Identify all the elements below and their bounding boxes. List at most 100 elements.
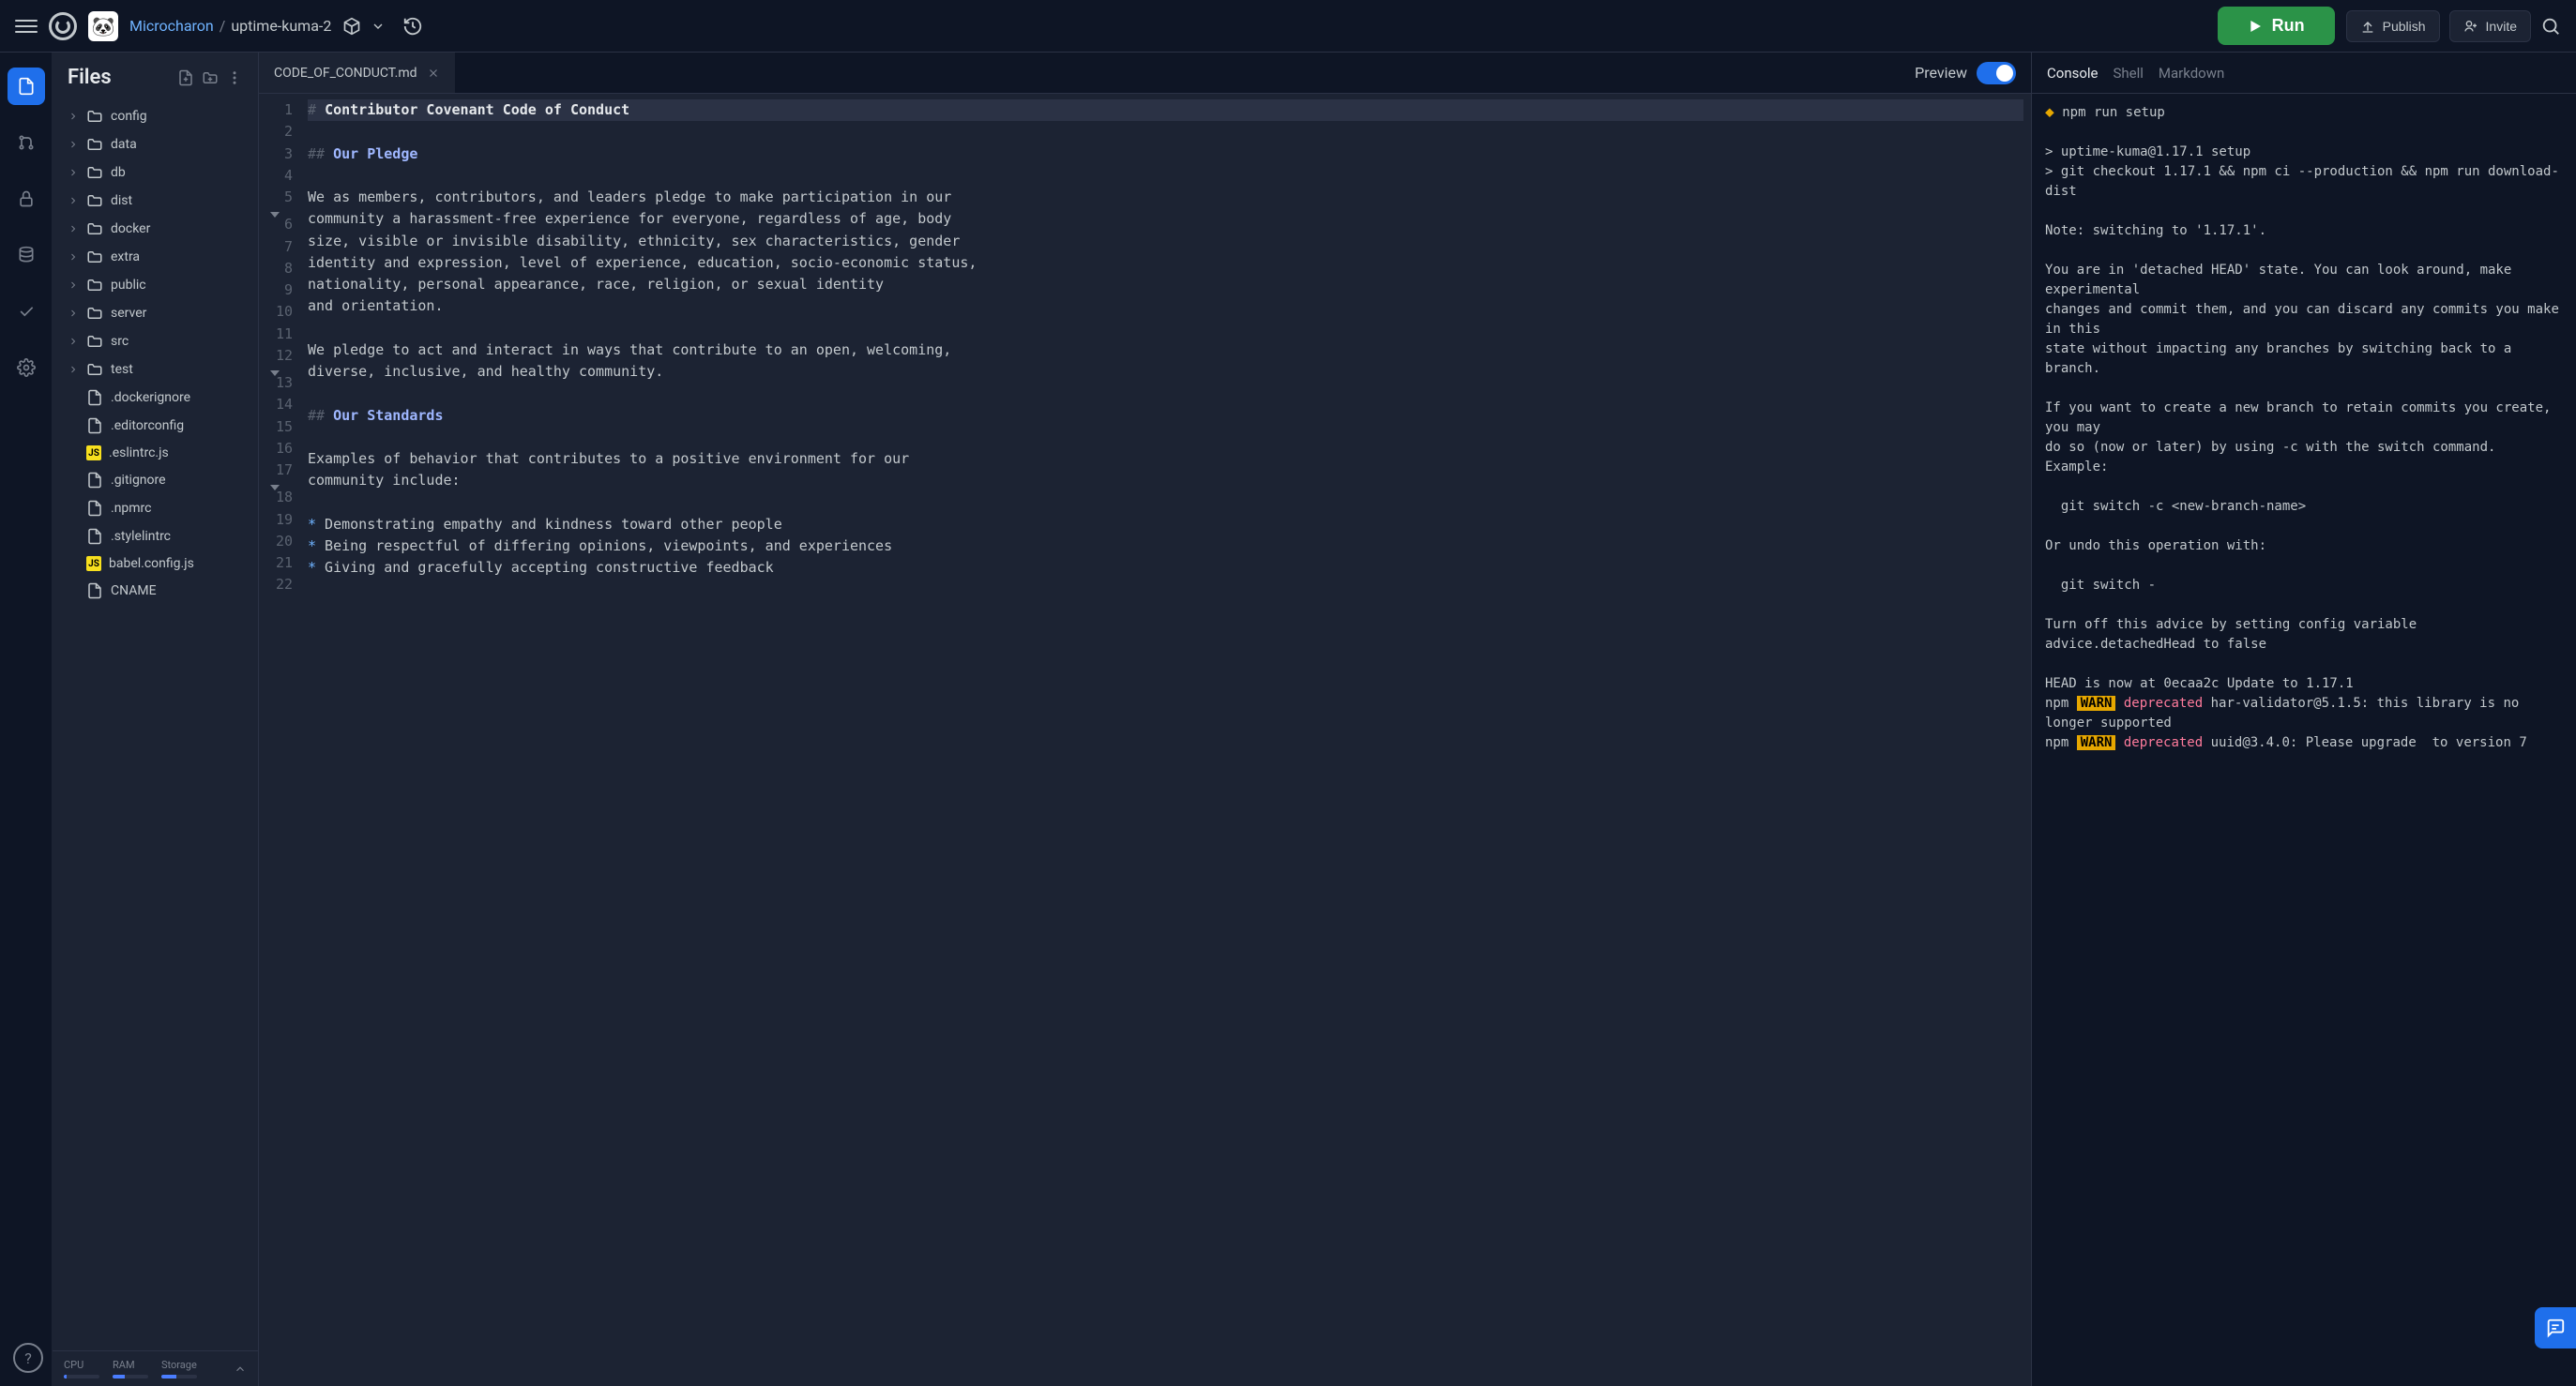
chevron-down-icon[interactable] [371, 19, 386, 34]
tree-item-CNAME[interactable]: CNAME [53, 577, 258, 605]
console-tab-console[interactable]: Console [2047, 65, 2099, 82]
console-tab-shell[interactable]: Shell [2114, 65, 2144, 82]
help-button[interactable]: ? [13, 1343, 43, 1373]
file-panel-title: Files [68, 66, 170, 89]
console-line [2045, 379, 2563, 399]
tree-item-src[interactable]: src [53, 327, 258, 355]
console-line: git switch - [2045, 576, 2563, 595]
code-line[interactable] [308, 165, 2023, 187]
js-icon: JS [86, 556, 101, 571]
tree-item-dist[interactable]: dist [53, 187, 258, 215]
tree-item--stylelintrc[interactable]: .stylelintrc [53, 522, 258, 550]
tree-item--editorconfig[interactable]: .editorconfig [53, 412, 258, 440]
new-file-icon[interactable] [177, 69, 194, 86]
console-tab-markdown[interactable]: Markdown [2159, 65, 2224, 82]
code-line[interactable]: * Demonstrating empathy and kindness tow… [308, 514, 2023, 535]
resource-stats: CPU RAM Storage [53, 1350, 258, 1386]
publish-button[interactable]: Publish [2346, 10, 2440, 42]
code-line[interactable]: ## Our Pledge [308, 143, 2023, 165]
preview-label: Preview [1915, 64, 1967, 82]
code-line[interactable] [308, 383, 2023, 404]
tree-item--npmrc[interactable]: .npmrc [53, 494, 258, 522]
tree-item-label: docker [111, 221, 150, 236]
code-line[interactable]: We as members, contributors, and leaders… [308, 187, 2023, 208]
invite-button[interactable]: Invite [2449, 10, 2531, 42]
code-line[interactable]: Examples of behavior that contributes to… [308, 448, 2023, 470]
console-line [2045, 595, 2563, 615]
console-line [2045, 517, 2563, 536]
hamburger-menu-icon[interactable] [15, 15, 38, 38]
code-line[interactable] [308, 318, 2023, 339]
tree-item-docker[interactable]: docker [53, 215, 258, 243]
tree-item-label: .eslintrc.js [109, 445, 169, 460]
run-button-label: Run [2272, 16, 2305, 36]
editor-tab-label: CODE_OF_CONDUCT.md [274, 66, 417, 81]
tree-item-public[interactable]: public [53, 271, 258, 299]
console-line: ⬥ npm run setup [2045, 103, 2563, 123]
avatar[interactable]: 🐼 [88, 11, 118, 41]
editor-body[interactable]: 12345678910111213141516171819202122 # Co… [259, 94, 2031, 1386]
tree-item-config[interactable]: config [53, 102, 258, 130]
run-button[interactable]: Run [2218, 7, 2335, 45]
tree-item-db[interactable]: db [53, 158, 258, 187]
tree-item-test[interactable]: test [53, 355, 258, 384]
code-line[interactable]: We pledge to act and interact in ways th… [308, 339, 2023, 361]
rail-check-icon[interactable] [8, 293, 45, 330]
tree-item--dockerignore[interactable]: .dockerignore [53, 384, 258, 412]
console-line: do so (now or later) by using -c with th… [2045, 438, 2563, 477]
code-line[interactable]: community a harassment-free experience f… [308, 208, 2023, 230]
rail-version-control-icon[interactable] [8, 124, 45, 161]
more-icon[interactable] [226, 69, 243, 86]
code-line[interactable] [308, 492, 2023, 514]
storage-stat: Storage [161, 1359, 197, 1378]
close-icon[interactable] [427, 67, 440, 80]
editor-tab[interactable]: CODE_OF_CONDUCT.md [259, 53, 455, 93]
chat-button[interactable] [2535, 1307, 2576, 1348]
search-icon[interactable] [2540, 16, 2561, 37]
new-folder-icon[interactable] [202, 69, 219, 86]
code-line[interactable]: and orientation. [308, 295, 2023, 317]
console-body[interactable]: ⬥ npm run setup > uptime-kuma@1.17.1 set… [2032, 94, 2576, 1386]
header-bar: 🐼 Microcharon / uptime-kuma-2 Run Publis… [0, 0, 2576, 53]
code-line[interactable]: identity and expression, level of experi… [308, 252, 2023, 274]
cube-icon [342, 17, 361, 36]
code-line[interactable]: ## Our Standards [308, 405, 2023, 427]
tree-item-babel-config-js[interactable]: JS babel.config.js [53, 550, 258, 577]
console-tabs: Console Shell Markdown [2032, 53, 2576, 94]
code-line[interactable]: * Being respectful of differing opinions… [308, 535, 2023, 557]
code-line[interactable] [308, 427, 2023, 448]
tree-item-label: test [111, 362, 133, 377]
breadcrumb-user[interactable]: Microcharon [129, 17, 214, 35]
publish-label: Publish [2383, 19, 2426, 34]
code-line[interactable]: nationality, personal appearance, race, … [308, 274, 2023, 295]
code-line[interactable]: community include: [308, 470, 2023, 491]
chevron-up-icon[interactable] [234, 1363, 247, 1376]
tree-item-label: .stylelintrc [111, 529, 171, 544]
preview-toggle[interactable] [1977, 62, 2016, 84]
console-line: Note: switching to '1.17.1'. [2045, 221, 2563, 241]
code-line[interactable]: size, visible or invisible disability, e… [308, 231, 2023, 252]
rail-database-icon[interactable] [8, 236, 45, 274]
code-line[interactable]: # Contributor Covenant Code of Conduct [308, 99, 2023, 121]
tree-item-extra[interactable]: extra [53, 243, 258, 271]
ram-label: RAM [113, 1359, 148, 1371]
rail-settings-icon[interactable] [8, 349, 45, 386]
play-icon [2248, 19, 2263, 34]
tree-item-server[interactable]: server [53, 299, 258, 327]
tree-item-label: .editorconfig [111, 418, 184, 433]
code-line[interactable]: diverse, inclusive, and healthy communit… [308, 361, 2023, 383]
console-line [2045, 655, 2563, 674]
code-line[interactable]: * Giving and gracefully accepting constr… [308, 557, 2023, 579]
history-icon[interactable] [402, 16, 423, 37]
console-line: npm WARN deprecated har-validator@5.1.5:… [2045, 694, 2563, 733]
tree-item-data[interactable]: data [53, 130, 258, 158]
rail-files-icon[interactable] [8, 68, 45, 105]
tree-item-label: babel.config.js [109, 556, 194, 571]
tree-item--eslintrc-js[interactable]: JS.eslintrc.js [53, 440, 258, 466]
logo-icon[interactable] [49, 12, 77, 40]
breadcrumb-repo[interactable]: uptime-kuma-2 [231, 17, 331, 35]
upload-icon [2360, 19, 2375, 34]
code-line[interactable] [308, 121, 2023, 143]
rail-secrets-icon[interactable] [8, 180, 45, 218]
tree-item--gitignore[interactable]: .gitignore [53, 466, 258, 494]
